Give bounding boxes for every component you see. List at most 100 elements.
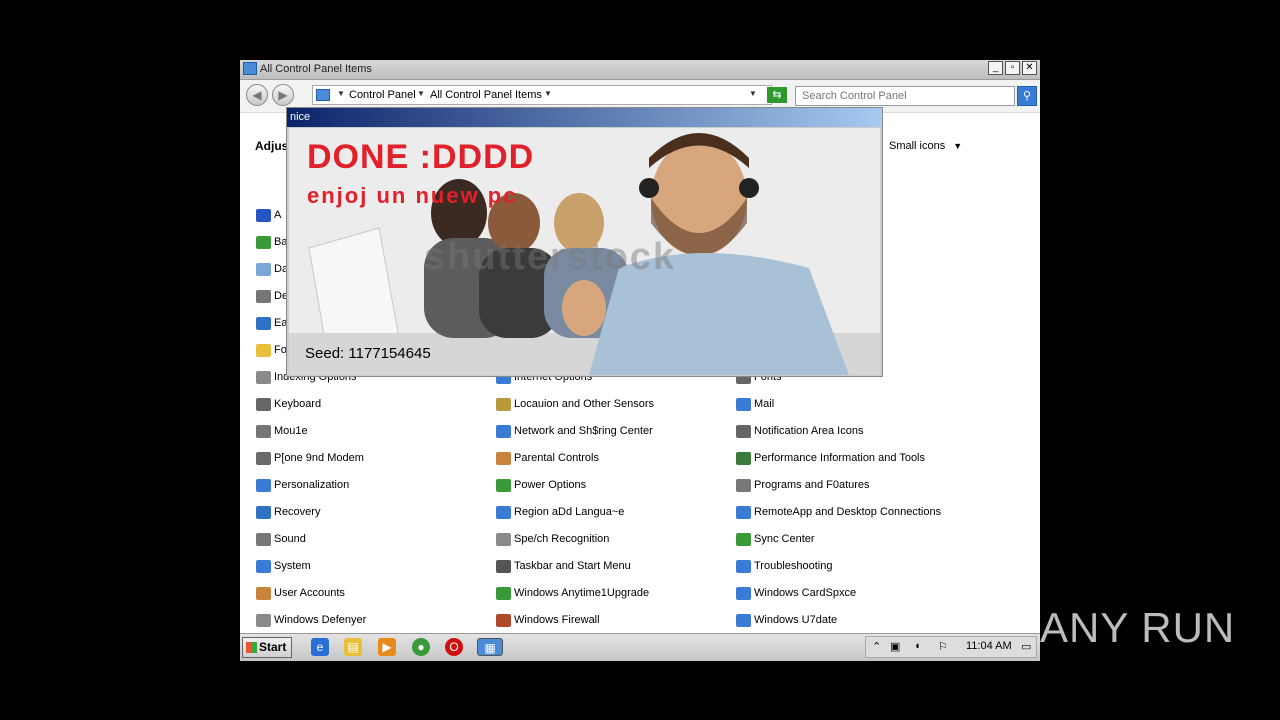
clock[interactable]: 11:04 AM [966, 640, 1012, 652]
control-panel-item-label[interactable]: P[one 9nd Modem [274, 452, 364, 464]
control-panel-item-label[interactable]: Fo [274, 344, 287, 356]
control-panel-item[interactable]: Ea [256, 314, 287, 332]
seed-label: Seed: 1177154645 [305, 345, 431, 362]
control-panel-item[interactable]: System [256, 557, 311, 575]
explorer-icon[interactable]: ▤ [344, 638, 362, 656]
control-panel-item-label[interactable]: Windows CardSpxce [754, 587, 856, 599]
maximize-button[interactable]: ▫ [1005, 61, 1020, 75]
chevron-down-icon[interactable]: ▼ [544, 89, 552, 98]
control-panel-item[interactable]: Windows Defenyer [256, 611, 366, 629]
chevron-down-icon[interactable]: ▼ [953, 141, 962, 151]
control-panel-item-label[interactable]: Locauion and Other Sensors [514, 398, 654, 410]
control-panel-item[interactable]: Keyboard [256, 395, 321, 413]
opera-icon[interactable]: O [445, 638, 463, 656]
popup-title[interactable]: nice [287, 108, 882, 127]
control-panel-item[interactable]: RemoteApp and Desktop Connections [736, 503, 941, 521]
control-panel-item-label[interactable]: Network and Sh$ring Center [514, 425, 653, 437]
control-panel-item-label[interactable]: Mail [754, 398, 774, 410]
minimize-button[interactable]: _ [988, 61, 1003, 75]
backup-icon [256, 235, 271, 249]
back-button[interactable]: ◀ [246, 84, 268, 106]
control-panel-item-label[interactable]: RemoteApp and Desktop Connections [754, 506, 941, 518]
control-panel-item[interactable]: Taskbar and Start Menu [496, 557, 631, 575]
title-bar[interactable]: All Control Panel Items _ ▫ ✕ [240, 60, 1040, 80]
control-panel-item-label[interactable]: Windows Anytime1Upgrade [514, 587, 649, 599]
media-player-icon[interactable]: ▶ [378, 638, 396, 656]
control-panel-item-label[interactable]: Programs and F0atures [754, 479, 870, 491]
control-panel-item[interactable]: Sync Center [736, 530, 815, 548]
control-panel-item[interactable]: Recovery [256, 503, 320, 521]
control-panel-taskbar-icon[interactable]: ▦ [477, 638, 503, 656]
control-panel-item[interactable]: User Accounts [256, 584, 345, 602]
control-panel-item-label[interactable]: System [274, 560, 311, 572]
breadcrumb-all-items[interactable]: All Control Panel Items [430, 89, 542, 101]
show-hidden-icons-icon[interactable]: ⌃ [872, 640, 881, 653]
forward-button[interactable]: ▶ [272, 84, 294, 106]
control-panel-item[interactable]: Ba [256, 233, 287, 251]
control-panel-item-label[interactable]: User Accounts [274, 587, 345, 599]
control-panel-item[interactable]: Network and Sh$ring Center [496, 422, 653, 440]
view-by-value[interactable]: Small icons [889, 140, 945, 152]
breadcrumb-control-panel[interactable]: Control Panel [349, 89, 416, 101]
search-input[interactable] [795, 86, 1015, 106]
control-panel-item-label[interactable]: Parental Controls [514, 452, 599, 464]
address-history-icon[interactable]: ▼ [749, 89, 757, 98]
show-desktop-icon[interactable]: ▭ [1021, 640, 1031, 653]
control-panel-item-label[interactable]: Personalization [274, 479, 349, 491]
control-panel-item[interactable]: Programs and F0atures [736, 476, 870, 494]
control-panel-item[interactable]: Mou1e [256, 422, 308, 440]
control-panel-item[interactable]: Performance Information and Tools [736, 449, 925, 467]
control-panel-item-label[interactable]: Taskbar and Start Menu [514, 560, 631, 572]
control-panel-item-label[interactable]: Windows U7date [754, 614, 837, 626]
control-panel-item-label[interactable]: A [274, 209, 281, 221]
control-panel-item[interactable]: Personalization [256, 476, 349, 494]
search-icon[interactable]: ⚲ [1017, 86, 1037, 106]
control-panel-item[interactable]: Notification Area Icons [736, 422, 863, 440]
network-icon[interactable]: ▣ [890, 640, 900, 653]
control-panel-item[interactable]: Da [256, 260, 288, 278]
control-panel-item[interactable]: Troubleshooting [736, 557, 832, 575]
control-panel-item[interactable]: Parental Controls [496, 449, 599, 467]
control-panel-item-label[interactable]: Power Options [514, 479, 586, 491]
internet-explorer-icon[interactable]: e [311, 638, 329, 656]
control-panel-item-label[interactable]: Keyboard [274, 398, 321, 410]
chevron-down-icon[interactable]: ▼ [417, 89, 425, 98]
control-panel-item[interactable]: Locauion and Other Sensors [496, 395, 654, 413]
volume-icon[interactable]: ◖ [914, 640, 921, 652]
control-panel-item[interactable]: Spe/ch Recognition [496, 530, 609, 548]
page-heading: Adjus [255, 139, 289, 153]
control-panel-item[interactable]: Windows Firewall [496, 611, 600, 629]
control-panel-item-label[interactable]: Troubleshooting [754, 560, 832, 572]
control-panel-item[interactable]: Fo [256, 341, 287, 359]
control-panel-item[interactable]: Power Options [496, 476, 586, 494]
control-panel-item[interactable]: Mail [736, 395, 774, 413]
control-panel-item[interactable]: P[one 9nd Modem [256, 449, 364, 467]
control-panel-item-label[interactable]: Windows Firewall [514, 614, 600, 626]
control-panel-item-label[interactable]: Windows Defenyer [274, 614, 366, 626]
control-panel-item-label[interactable]: Mou1e [274, 425, 308, 437]
refresh-icon[interactable]: ⇆ [767, 87, 787, 103]
control-panel-item-label[interactable]: Sync Center [754, 533, 815, 545]
control-panel-item[interactable]: De [256, 287, 288, 305]
control-panel-item-label[interactable]: Performance Information and Tools [754, 452, 925, 464]
control-panel-item[interactable]: Region aDd Langua~e [496, 503, 624, 521]
address-bar[interactable]: ▼ Control Panel ▼ All Control Panel Item… [312, 85, 772, 105]
view-by-dropdown[interactable]: Small icons ▼ [889, 140, 962, 152]
control-panel-item-label[interactable]: Sound [274, 533, 306, 545]
indexing-icon [256, 370, 271, 384]
control-panel-item[interactable]: Windows CardSpxce [736, 584, 856, 602]
control-panel-item[interactable]: A [256, 206, 281, 224]
action-center-flag-icon[interactable]: ⚐ [938, 640, 948, 653]
control-panel-item-label[interactable]: Recovery [274, 506, 320, 518]
control-panel-item[interactable]: Windows Anytime1Upgrade [496, 584, 649, 602]
control-panel-item-label[interactable]: Spe/ch Recognition [514, 533, 609, 545]
control-panel-item[interactable]: Sound [256, 530, 306, 548]
close-button[interactable]: ✕ [1022, 61, 1037, 75]
control-panel-item-label[interactable]: Region aDd Langua~e [514, 506, 624, 518]
chrome-icon[interactable]: ● [412, 638, 430, 656]
control-panel-item-label[interactable]: Notification Area Icons [754, 425, 863, 437]
start-button[interactable]: Start [242, 637, 292, 658]
mouse-icon [256, 424, 271, 438]
chevron-down-icon[interactable]: ▼ [337, 89, 345, 98]
control-panel-item[interactable]: Windows U7date [736, 611, 837, 629]
